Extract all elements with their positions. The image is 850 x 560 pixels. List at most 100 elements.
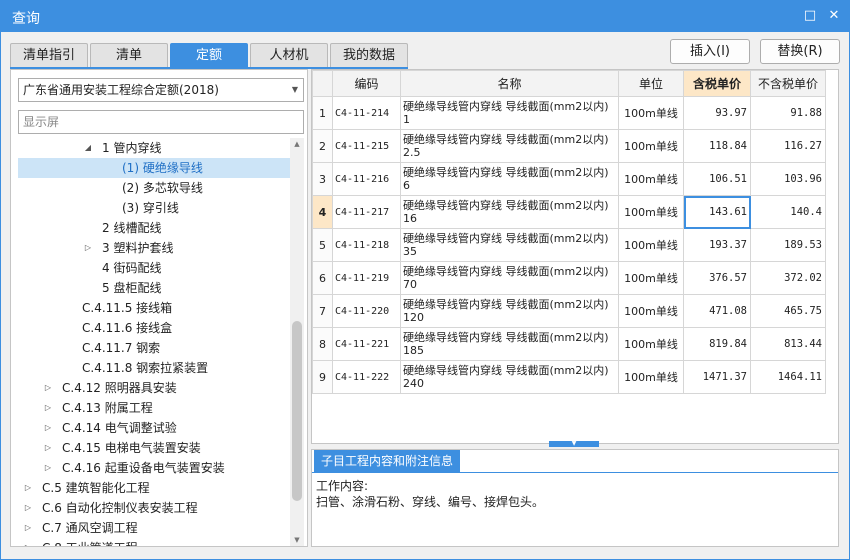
scroll-thumb[interactable] [292,321,302,501]
tree-node[interactable]: ▷ C.4.12 照明器具安装 [18,378,290,398]
collapsed-icon[interactable]: ▷ [22,518,34,538]
col-header-notax-price[interactable]: 不含税单价 [750,70,826,97]
tree-node[interactable]: C.4.11.5 接线箱 [18,298,290,318]
quota-code[interactable]: C4-11-220 [332,294,401,328]
tree-node[interactable]: ▷ C.4.15 电梯电气装置安装 [18,438,290,458]
tree-node[interactable]: ▷ C.4.16 起重设备电气装置安装 [18,458,290,478]
quota-name[interactable]: 硬绝缘导线管内穿线 导线截面(mm2以内) 16 [400,195,619,229]
quota-code[interactable]: C4-11-221 [332,327,401,361]
close-icon[interactable]: ✕ [826,8,842,24]
tab-labor-material[interactable]: 人材机 [250,43,328,68]
tab-bill[interactable]: 清单 [90,43,168,68]
tree-node[interactable]: ▷ C.7 通风空调工程 [18,518,290,538]
quota-name[interactable]: 硬绝缘导线管内穿线 导线截面(mm2以内) 185 [400,327,619,361]
tree-node[interactable]: ◢ 1 管内穿线 [18,138,290,158]
quota-code[interactable]: C4-11-219 [332,261,401,295]
tree-node[interactable]: ▷C.8 工业管道工程 [18,538,290,546]
collapsed-icon[interactable]: ▷ [22,478,34,498]
collapsed-icon[interactable]: ▷ [42,398,54,418]
quota-code[interactable]: C4-11-217 [332,195,401,229]
tree-node-selected[interactable]: (1) 硬绝缘导线 [18,158,290,178]
tab-bill-guide[interactable]: 清单指引 [10,43,88,68]
notax-price[interactable]: 103.96 [750,162,826,196]
tax-price[interactable]: 106.51 [683,162,751,196]
quota-unit[interactable]: 100m单线 [618,195,684,229]
replace-button[interactable]: 替换(R) [760,39,840,64]
notax-price[interactable]: 372.02 [750,261,826,295]
tree-node[interactable]: (2) 多芯软导线 [18,178,290,198]
quota-name[interactable]: 硬绝缘导线管内穿线 导线截面(mm2以内) 6 [400,162,619,196]
tax-price[interactable]: 1471.37 [683,360,751,394]
quota-unit[interactable]: 100m单线 [618,96,684,130]
tree-node[interactable]: ▷ C.5 建筑智能化工程 [18,478,290,498]
quota-code[interactable]: C4-11-214 [332,96,401,130]
tree-node[interactable]: ▷ C.4.13 附属工程 [18,398,290,418]
tree-node[interactable]: (3) 穿引线 [18,198,290,218]
notax-price[interactable]: 140.4 [750,195,826,229]
table-row[interactable]: 8 C4-11-221 硬绝缘导线管内穿线 导线截面(mm2以内) 185 10… [312,327,826,361]
tax-price-focused[interactable]: 143.61 [683,195,751,229]
tax-price[interactable]: 819.84 [683,327,751,361]
quota-name[interactable]: 硬绝缘导线管内穿线 导线截面(mm2以内) 120 [400,294,619,328]
collapse-grip-icon[interactable]: ▼ [549,441,599,447]
table-row[interactable]: 3 C4-11-216 硬绝缘导线管内穿线 导线截面(mm2以内) 6 100m… [312,162,826,196]
search-input[interactable]: 显示屏 [18,110,304,134]
scroll-up-icon[interactable]: ▲ [290,138,304,150]
notax-price[interactable]: 813.44 [750,327,826,361]
collapsed-icon[interactable]: ▷ [22,538,34,546]
notax-price[interactable]: 116.27 [750,129,826,163]
table-row[interactable]: 6 C4-11-219 硬绝缘导线管内穿线 导线截面(mm2以内) 70 100… [312,261,826,295]
tax-price[interactable]: 376.57 [683,261,751,295]
tax-price[interactable]: 93.97 [683,96,751,130]
quota-unit[interactable]: 100m单线 [618,162,684,196]
expanded-icon[interactable]: ◢ [82,138,94,158]
collapsed-icon[interactable]: ▷ [82,238,94,258]
tree-node[interactable]: 2 线槽配线 [18,218,290,238]
quota-unit[interactable]: 100m单线 [618,129,684,163]
quota-name[interactable]: 硬绝缘导线管内穿线 导线截面(mm2以内) 1 [400,96,619,130]
quota-unit[interactable]: 100m单线 [618,360,684,394]
tree-node[interactable]: C.4.11.7 钢索 [18,338,290,358]
table-row[interactable]: 9 C4-11-222 硬绝缘导线管内穿线 导线截面(mm2以内) 240 10… [312,360,826,394]
quota-code[interactable]: C4-11-222 [332,360,401,394]
notax-price[interactable]: 1464.11 [750,360,826,394]
quota-name[interactable]: 硬绝缘导线管内穿线 导线截面(mm2以内) 70 [400,261,619,295]
tree-node[interactable]: 4 街码配线 [18,258,290,278]
tab-quota[interactable]: 定额 [170,43,248,68]
tax-price[interactable]: 193.37 [683,228,751,262]
table-row[interactable]: 7 C4-11-220 硬绝缘导线管内穿线 导线截面(mm2以内) 120 10… [312,294,826,328]
collapsed-icon[interactable]: ▷ [42,438,54,458]
tax-price[interactable]: 118.84 [683,129,751,163]
tab-work-content[interactable]: 子目工程内容和附注信息 [314,450,461,472]
insert-button[interactable]: 插入(I) [670,39,750,64]
col-header-tax-price[interactable]: 含税单价 [683,70,751,97]
quota-unit[interactable]: 100m单线 [618,294,684,328]
scroll-down-icon[interactable]: ▼ [290,534,304,546]
tree-node[interactable]: 5 盘柜配线 [18,278,290,298]
col-header-unit[interactable]: 单位 [618,70,684,97]
notax-price[interactable]: 91.88 [750,96,826,130]
tree-node[interactable]: ▷ C.4.14 电气调整试验 [18,418,290,438]
quota-code[interactable]: C4-11-216 [332,162,401,196]
quota-name[interactable]: 硬绝缘导线管内穿线 导线截面(mm2以内) 2.5 [400,129,619,163]
table-row[interactable]: 2 C4-11-215 硬绝缘导线管内穿线 导线截面(mm2以内) 2.5 10… [312,129,826,163]
quota-name[interactable]: 硬绝缘导线管内穿线 导线截面(mm2以内) 35 [400,228,619,262]
table-row[interactable]: 1 C4-11-214 硬绝缘导线管内穿线 导线截面(mm2以内) 1 100m… [312,96,826,130]
quota-library-select[interactable]: 广东省通用安装工程综合定额(2018) ▼ [18,78,304,102]
notax-price[interactable]: 189.53 [750,228,826,262]
tab-my-data[interactable]: 我的数据 [330,43,408,68]
tree-node[interactable]: C.4.11.8 钢索拉紧装置 [18,358,290,378]
tax-price[interactable]: 471.08 [683,294,751,328]
col-header-name[interactable]: 名称 [400,70,619,97]
quota-unit[interactable]: 100m单线 [618,228,684,262]
table-row-current[interactable]: 4 C4-11-217 硬绝缘导线管内穿线 导线截面(mm2以内) 16 100… [312,195,826,229]
quota-unit[interactable]: 100m单线 [618,261,684,295]
col-header-code[interactable]: 编码 [332,70,401,97]
table-row[interactable]: 5 C4-11-218 硬绝缘导线管内穿线 导线截面(mm2以内) 35 100… [312,228,826,262]
maximize-icon[interactable]: □ [802,8,818,24]
quota-unit[interactable]: 100m单线 [618,327,684,361]
notax-price[interactable]: 465.75 [750,294,826,328]
collapsed-icon[interactable]: ▷ [22,498,34,518]
tree-node[interactable]: ▷ C.6 自动化控制仪表安装工程 [18,498,290,518]
collapsed-icon[interactable]: ▷ [42,418,54,438]
